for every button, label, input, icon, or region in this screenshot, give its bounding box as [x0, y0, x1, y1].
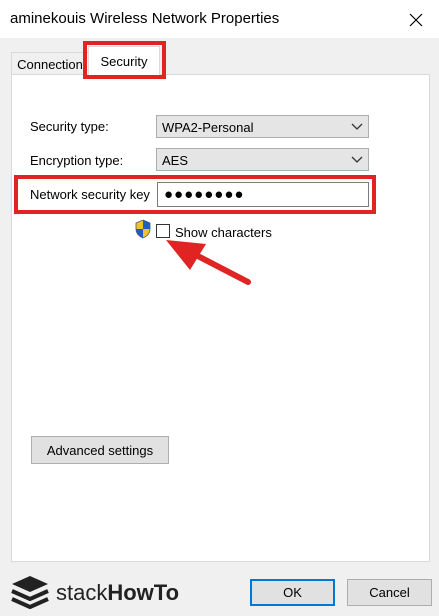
- ok-button[interactable]: OK: [250, 579, 335, 606]
- security-type-value: WPA2-Personal: [162, 120, 254, 135]
- encryption-type-value: AES: [162, 153, 189, 168]
- advanced-settings-button[interactable]: Advanced settings: [31, 436, 169, 464]
- chevron-down-icon: [351, 123, 363, 130]
- logo-wordmark: stackHowTo: [56, 580, 179, 606]
- window-title: aminekouis Wireless Network Properties: [10, 10, 280, 27]
- security-tab-highlight: [83, 41, 166, 79]
- security-type-select[interactable]: WPA2-Personal: [156, 115, 369, 138]
- title-bar: aminekouis Wireless Network Properties: [0, 0, 439, 38]
- security-type-label: Security type:: [30, 119, 109, 134]
- tab-connection-label: Connection: [17, 56, 83, 72]
- stackhowto-logo: stackHowTo: [10, 572, 210, 612]
- red-arrow-icon: [166, 240, 251, 285]
- close-icon: [409, 13, 423, 27]
- cancel-button[interactable]: Cancel: [347, 579, 432, 606]
- tab-connection[interactable]: Connection: [11, 52, 89, 75]
- logo-stack: stack: [56, 580, 108, 605]
- uac-shield-icon: [135, 219, 151, 239]
- network-key-highlight: [14, 175, 376, 214]
- encryption-type-select[interactable]: AES: [156, 148, 369, 171]
- encryption-type-label: Encryption type:: [30, 153, 124, 168]
- cancel-label: Cancel: [369, 585, 410, 600]
- stack-layers-icon: [11, 576, 49, 609]
- chevron-down-icon: [351, 156, 363, 163]
- logo-howto: HowTo: [107, 580, 180, 605]
- advanced-settings-label: Advanced settings: [46, 442, 154, 458]
- close-button[interactable]: [396, 6, 436, 34]
- ok-label: OK: [283, 585, 302, 600]
